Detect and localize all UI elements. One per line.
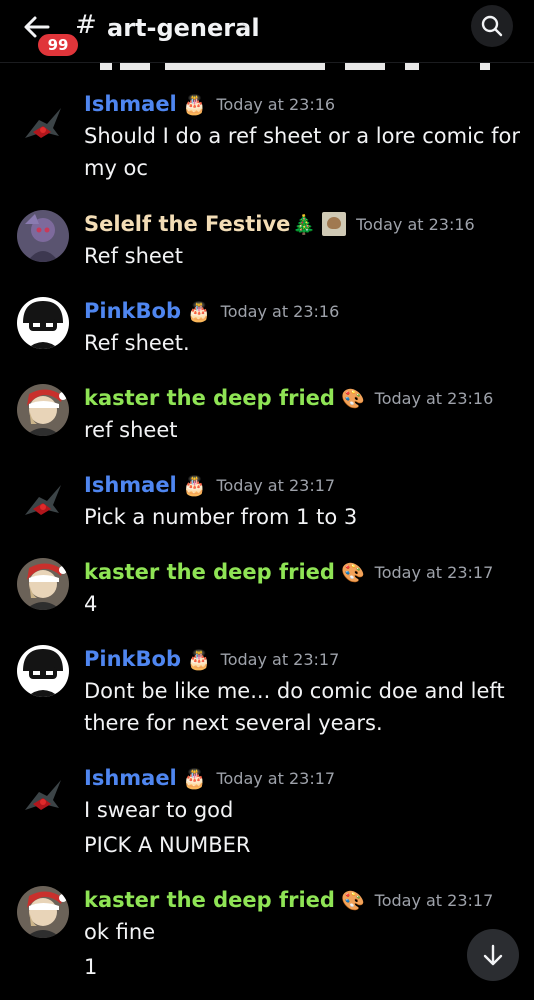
palette-icon: 🎨 bbox=[340, 561, 365, 584]
author-name[interactable]: Ishmael bbox=[84, 766, 177, 790]
message-text: there for next several years. bbox=[84, 711, 383, 735]
avatar-pinkbob[interactable] bbox=[17, 645, 69, 697]
christmas-tree-icon: 🎄 bbox=[292, 213, 317, 236]
search-icon bbox=[481, 15, 503, 37]
cake-icon: 🎂 bbox=[186, 300, 211, 323]
timestamp: Today at 23:17 bbox=[216, 768, 336, 788]
timestamp: Today at 23:16 bbox=[374, 388, 494, 408]
avatar-selelf[interactable] bbox=[17, 210, 69, 262]
message-text: ref sheet bbox=[84, 418, 178, 442]
channel-name[interactable]: art-general bbox=[107, 14, 260, 42]
author-name[interactable]: kaster the deep fried bbox=[84, 386, 335, 410]
avatar-kaster[interactable] bbox=[17, 558, 69, 610]
message-text: ok fine bbox=[84, 920, 156, 944]
author-name[interactable]: Ishmael bbox=[84, 473, 177, 497]
timestamp: Today at 23:16 bbox=[220, 301, 340, 321]
message-text: 1 bbox=[84, 955, 98, 979]
timestamp: Today at 23:17 bbox=[374, 562, 494, 582]
timestamp: Today at 23:17 bbox=[374, 890, 494, 910]
author-name[interactable]: PinkBob bbox=[84, 299, 181, 323]
message-text: I swear to god bbox=[84, 798, 234, 822]
cutoff-previous-message bbox=[95, 58, 495, 70]
scroll-down-arrow-icon bbox=[483, 944, 503, 966]
timestamp: Today at 23:17 bbox=[216, 475, 336, 495]
avatar-pinkbob[interactable] bbox=[17, 297, 69, 349]
author-name[interactable]: Ishmael bbox=[84, 92, 177, 116]
avatar-kaster[interactable] bbox=[17, 384, 69, 436]
author-name[interactable]: kaster the deep fried bbox=[84, 888, 335, 912]
role-image-icon bbox=[322, 212, 347, 236]
author-name[interactable]: PinkBob bbox=[84, 647, 181, 671]
message-text: 4 bbox=[84, 592, 98, 616]
channel-hash-icon: # bbox=[75, 10, 97, 40]
avatar-ishmael[interactable] bbox=[17, 98, 69, 150]
message-text: PICK A NUMBER bbox=[84, 833, 251, 857]
chevron-right-icon[interactable]: › bbox=[241, 16, 248, 37]
message-text: my oc bbox=[84, 156, 148, 180]
author-name[interactable]: Selelf the Festive bbox=[84, 212, 290, 236]
search-button[interactable] bbox=[471, 5, 513, 47]
message-text: Ref sheet bbox=[84, 244, 183, 268]
message-text: Pick a number from 1 to 3 bbox=[84, 505, 358, 529]
author-name[interactable]: kaster the deep fried bbox=[84, 560, 335, 584]
cake-icon: 🎂 bbox=[182, 93, 207, 116]
palette-icon: 🎨 bbox=[340, 387, 365, 410]
palette-icon: 🎨 bbox=[340, 889, 365, 912]
avatar-ishmael[interactable] bbox=[17, 475, 69, 527]
timestamp: Today at 23:16 bbox=[216, 94, 336, 114]
message-text: Dont be like me... do comic doe and left bbox=[84, 679, 505, 703]
timestamp: Today at 23:16 bbox=[356, 214, 475, 234]
message-text: Should I do a ref sheet or a lore comic … bbox=[84, 124, 520, 148]
cake-icon: 🎂 bbox=[186, 648, 211, 671]
jump-to-present-button[interactable] bbox=[467, 929, 519, 981]
avatar-ishmael[interactable] bbox=[17, 770, 69, 822]
channel-header: 99 # art-general › bbox=[0, 0, 534, 63]
cake-icon: 🎂 bbox=[182, 767, 207, 790]
message-text: Ref sheet. bbox=[84, 331, 190, 355]
timestamp: Today at 23:17 bbox=[220, 649, 340, 669]
avatar-kaster[interactable] bbox=[17, 886, 69, 938]
cake-icon: 🎂 bbox=[182, 474, 207, 497]
